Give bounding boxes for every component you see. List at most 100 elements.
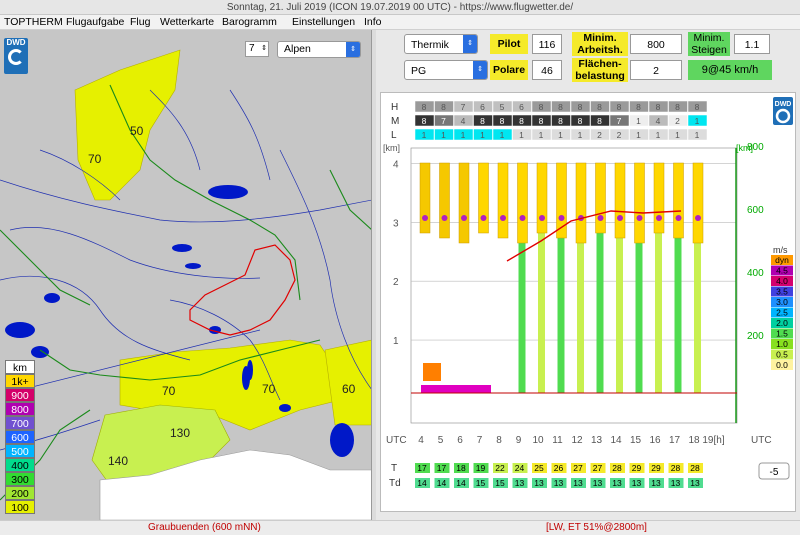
menu-item-flugaufgabe[interactable]: Flugaufgabe [66,16,124,29]
contour-label: 70 [162,384,176,398]
dwd-logo-text: DWD [775,101,792,108]
temperature-value: 25 [534,463,544,473]
x-tick-label: 11 [552,435,563,446]
pilot-weight-input[interactable]: 116 [532,34,562,54]
region-select[interactable]: Alpen ⇕ [277,41,361,58]
legend-item: 500 [5,444,35,458]
dewpoint-value: 15 [495,478,505,488]
dewpoint-value: 15 [476,478,486,488]
min-steigen-input[interactable]: 1.1 [734,34,770,54]
x-axis-label: UTC [386,435,407,446]
dewpoint-value: 13 [690,478,700,488]
cloud-cover-value: 2 [675,116,680,126]
dewpoint-value: 13 [593,478,603,488]
temperature-value: 19 [476,463,486,473]
cloud-base-marker [617,215,623,221]
zoom-level-select[interactable]: 7 ⇕ [245,41,269,57]
cloud-cover-value: 8 [597,102,602,112]
cloud-cover-value: 1 [695,116,700,126]
cloud-column [673,162,684,239]
dewpoint-value: 14 [456,478,466,488]
weather-map[interactable]: DWD 7 ⇕ Alpen ⇕ 50 70 70 70 60 130 140 km… [0,30,372,520]
x-tick-label: 6 [457,435,463,446]
x-tick-label: 13 [591,435,603,446]
menu-item-info[interactable]: Info [364,16,382,29]
temperature-value: 28 [671,463,681,473]
dewpoint-value: 13 [573,478,583,488]
cloud-row-label: L [391,130,397,141]
dewpoint-value: 13 [612,478,622,488]
cloud-cover-value: 7 [617,116,622,126]
y-tick-label-right: 200 [747,331,764,342]
temperature-value: 28 [690,463,700,473]
contour-label: 60 [342,382,356,396]
cloud-cover-value: 2 [597,130,602,140]
cloud-cover-value: 2 [617,130,622,140]
y-tick-label: 3 [393,218,399,229]
cloud-column [692,162,704,244]
polare-input[interactable]: 46 [532,60,562,80]
mode-select[interactable]: Thermik ⇕ [404,34,478,54]
y-tick-label: 4 [393,159,399,170]
legend-item: 1k+ [5,374,35,388]
cloud-cover-value: 6 [480,102,485,112]
min-arbeitsh-label: Minim. Arbeitsh. [572,32,628,56]
temperature-value: 28 [612,463,622,473]
cloud-cover-value: 1 [539,130,544,140]
cloud-column [595,162,606,234]
cloud-base-marker [597,215,604,221]
cloud-cover-value: 1 [578,130,583,140]
climb-scale-label: dyn [775,255,789,265]
cloud-cover-value: 1 [480,130,485,140]
ground-marker [421,385,491,393]
climb-scale-label: 4.5 [776,266,788,276]
y-tick-label: 2 [393,277,399,288]
flaechenbelastung-input[interactable]: 2 [630,60,682,80]
dewpoint-value: 14 [417,478,427,488]
contour-label: 50 [130,124,144,138]
temperature-value: 29 [651,463,661,473]
dewpoint-row-label: Td [389,478,401,489]
dewpoint-value: 13 [671,478,681,488]
menu-item-einstellungen[interactable]: Einstellungen [292,16,355,29]
climb-scale-label: 0.5 [776,350,788,360]
chevron-updown-icon: ⇕ [473,61,487,79]
cloud-base-marker [636,215,643,221]
cloud-cover-value: 8 [422,102,427,112]
terrain-map[interactable] [0,30,372,520]
menu-item-flug[interactable]: Flug [130,16,150,29]
cloud-column [497,162,509,239]
cloud-column [634,162,645,244]
temperature-value: 27 [593,463,603,473]
climb-scale-title: m/s [773,245,788,255]
cloud-row-label: M [391,116,399,127]
cloud-cover-value: 8 [539,102,544,112]
x-tick-label: 8 [496,435,502,446]
menu-item-wetterkarte[interactable]: Wetterkarte [160,16,214,29]
contour-label: 140 [108,454,129,468]
cloud-cover-value: 7 [461,102,466,112]
x-tick-label: 7 [477,435,483,446]
window-title: Sonntag, 21. Juli 2019 (ICON 19.07.2019 … [0,0,800,15]
climb-scale-label: 3.5 [776,287,788,297]
legend-item: 900 [5,388,35,402]
menu-item-barogramm[interactable]: Barogramm [222,16,277,29]
status-bar: Graubuenden (600 mNN) [LW, ET 51%@2800m] [0,520,800,534]
x-tick-label: 5 [438,435,444,446]
cloud-cover-value: 8 [578,102,583,112]
x-tick-label: 15 [630,435,642,446]
status-info: [LW, ET 51%@2800m] [546,522,647,533]
cloud-column [419,162,431,234]
time-offset-value[interactable]: -5 [770,467,779,478]
cloud-base-marker [461,215,467,221]
legend-item: 600 [5,430,35,444]
legend-item: 700 [5,416,35,430]
min-arbeitsh-input[interactable]: 800 [630,34,682,54]
climb-scale-label: 4.0 [776,276,788,286]
x-tick-label: 9 [516,435,522,446]
x-tick-label: 16 [649,435,661,446]
thermal-forecast-chart[interactable]: H887656888888888M874888888871421L1111111… [380,92,796,512]
menu-item-toptherm[interactable]: TOPTHERM [4,16,63,29]
aircraft-select[interactable]: PG ⇕ [404,60,488,80]
chart-canvas[interactable]: H 8 8 7 6 5 6 8 8 8 8 8 8 8 8 8M 8 7 4 8 8 8 8 8 8 8 7 1 4 2 1L 1 1 1 1 1 1 1… [381,93,797,513]
